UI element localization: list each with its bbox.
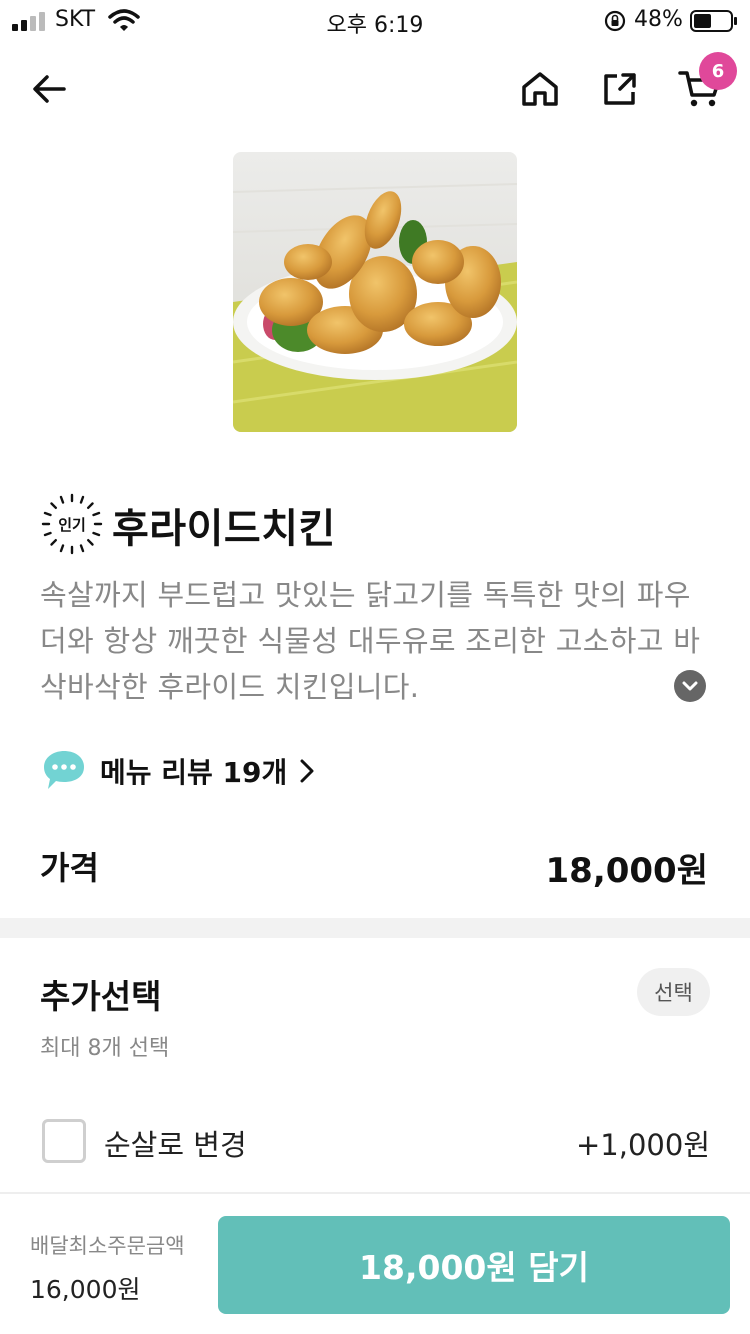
- menu-review-link[interactable]: 메뉴 리뷰 19개: [40, 748, 315, 794]
- option-group-title: 추가선택: [40, 977, 162, 1016]
- option-price: +1,000원: [576, 1128, 710, 1162]
- price-value: 18,000원: [545, 851, 708, 891]
- home-button[interactable]: [515, 64, 565, 114]
- chevron-down-icon: [682, 681, 698, 691]
- chat-bubble-icon: [44, 751, 84, 789]
- top-nav: [0, 50, 750, 130]
- add-to-cart-button[interactable]: 18,000원 담기: [218, 1216, 730, 1314]
- option-group-subtitle: 최대 8개 선택: [40, 1036, 170, 1061]
- min-order-value: 16,000원: [30, 1275, 141, 1304]
- bottom-action-bar: 배달최소주문금액 16,000원 18,000원 담기: [0, 1192, 750, 1334]
- price-label: 가격: [40, 849, 99, 887]
- battery-icon: [690, 10, 737, 32]
- share-button[interactable]: [595, 64, 645, 114]
- arrow-left-icon: [33, 75, 66, 103]
- product-image: [233, 152, 517, 432]
- section-divider: [0, 918, 750, 938]
- product-title: 후라이드치킨: [112, 506, 336, 552]
- option-name: 순살로 변경: [104, 1128, 247, 1162]
- status-bar: SKT 오후 6:19 48%: [0, 0, 750, 42]
- battery-percent: 48%: [634, 7, 683, 32]
- home-icon: [522, 72, 558, 106]
- option-type-tag: 선택: [637, 968, 710, 1016]
- popular-badge-label: 인기: [58, 516, 86, 534]
- back-button[interactable]: [24, 64, 74, 114]
- chevron-right-icon: [300, 759, 314, 783]
- cart-count-badge: 6: [699, 52, 737, 90]
- option-checkbox[interactable]: [42, 1119, 86, 1163]
- menu-review-label: 메뉴 리뷰 19개: [100, 756, 288, 789]
- expand-description-button[interactable]: [674, 670, 706, 702]
- product-description: 속살까지 부드럽고 맛있는 닭고기를 독특한 맛의 파우더와 항상 깨끗한 식물…: [40, 578, 701, 704]
- rotation-lock-icon: [604, 10, 626, 32]
- popular-badge: 인기: [41, 493, 103, 555]
- min-order-label: 배달최소주문금액: [30, 1234, 185, 1258]
- share-icon: [604, 73, 636, 105]
- fried-chicken-photo: [233, 152, 517, 432]
- option-item[interactable]: 순살로 변경 +1,000원: [40, 1116, 710, 1168]
